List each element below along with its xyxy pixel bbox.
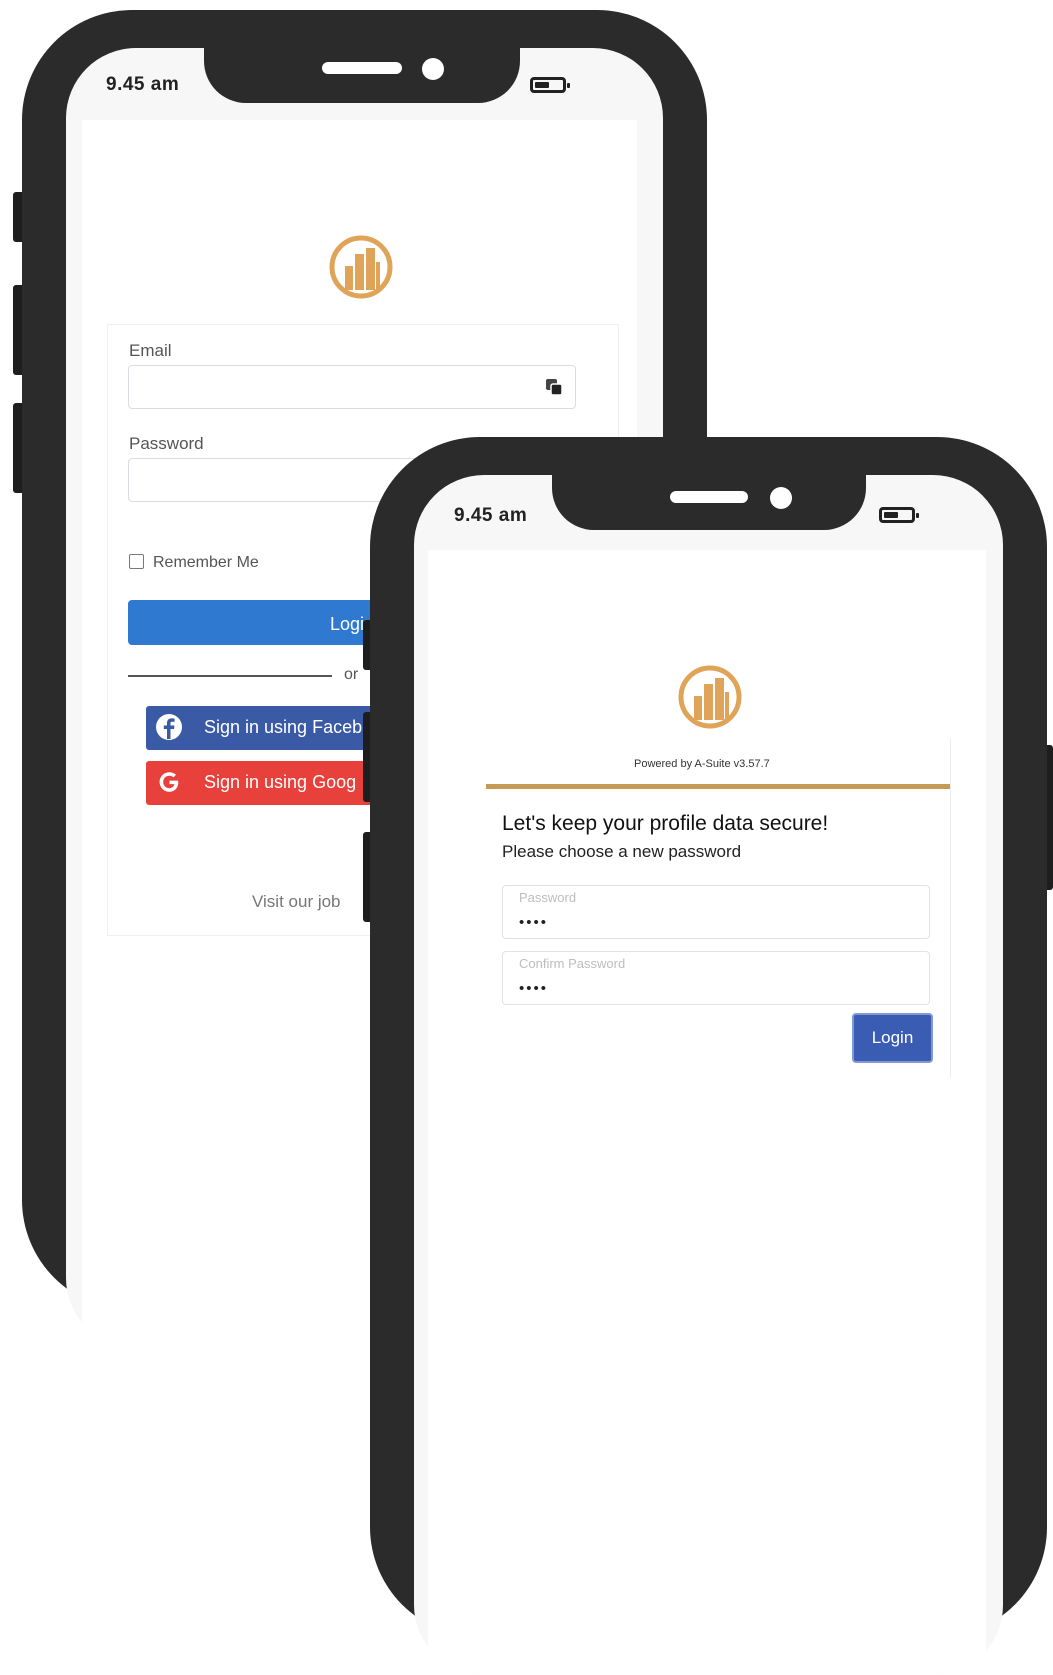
phone2-notch: [552, 475, 866, 530]
phone1-status-time: 9.45 am: [106, 74, 180, 95]
or-text: or: [344, 666, 359, 683]
phone1-speaker: [322, 62, 402, 74]
confirm-password-value: ••••: [519, 980, 549, 997]
remember-me-checkbox[interactable]: [129, 554, 144, 569]
confirm-password-placeholder: Confirm Password: [519, 956, 626, 971]
phone2-camera: [770, 487, 792, 509]
new-password-field[interactable]: Password ••••: [502, 885, 930, 939]
building-circle-logo-icon: [678, 665, 742, 729]
remember-me-label: Remember Me: [153, 554, 259, 571]
powered-by-text: Powered by A-Suite v3.57.7: [634, 758, 770, 770]
google-icon: [159, 772, 179, 792]
accent-divider: [486, 784, 950, 789]
phone2-status-time: 9.45 am: [454, 505, 528, 526]
phone1-camera: [422, 58, 444, 80]
phone2-speaker: [670, 491, 748, 503]
reset-subtitle: Please choose a new password: [502, 842, 742, 861]
email-label: Email: [129, 341, 172, 360]
password-label: Password: [129, 434, 204, 453]
new-password-value: ••••: [519, 914, 549, 931]
facebook-signin-label: Sign in using Faceb: [204, 717, 363, 737]
or-divider: [128, 675, 332, 677]
login-button-label: Logi: [330, 614, 365, 634]
google-signin-label: Sign in using Goog: [204, 772, 357, 792]
facebook-icon: [156, 714, 182, 740]
battery-icon: [879, 507, 919, 523]
submit-login-label: Login: [871, 1028, 914, 1047]
visit-job-link[interactable]: Visit our job: [252, 892, 341, 912]
submit-login-button[interactable]: Login: [852, 1013, 933, 1063]
new-password-placeholder: Password: [519, 890, 577, 905]
confirm-password-field[interactable]: Confirm Password ••••: [502, 951, 930, 1005]
battery-icon: [530, 77, 570, 93]
email-field[interactable]: [128, 365, 576, 409]
phone1-notch: [204, 48, 520, 103]
building-circle-logo-icon: [329, 235, 393, 299]
reset-title: Let's keep your profile data secure!: [502, 812, 829, 835]
autofill-icon[interactable]: [545, 378, 563, 396]
